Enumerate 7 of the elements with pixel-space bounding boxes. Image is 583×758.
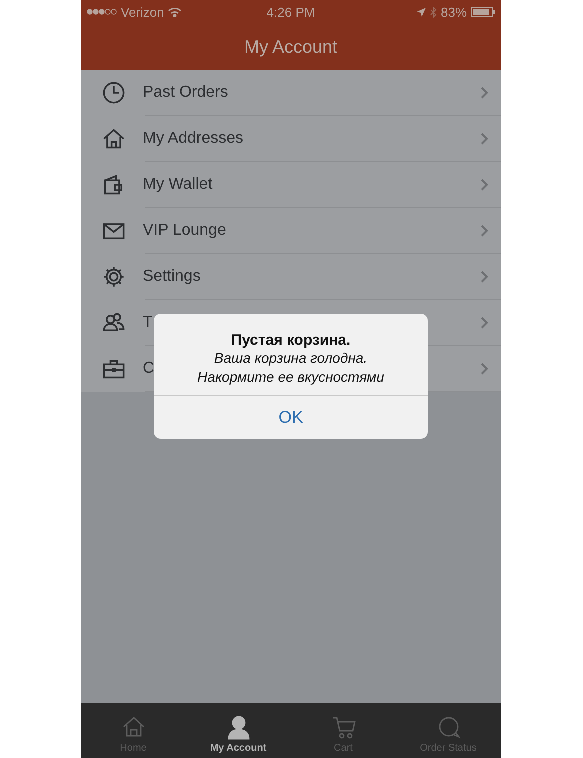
battery-percent: 83% bbox=[440, 4, 468, 20]
status-time: 4:26 PM bbox=[266, 4, 316, 20]
carrier-name: Verizon bbox=[121, 4, 164, 20]
alert-message: Ваша корзина голодна. bbox=[214, 349, 368, 368]
alert-message: Накормите ее вкусностями bbox=[198, 368, 384, 387]
screen-title: My Account bbox=[244, 36, 338, 58]
alert-title: Пустая корзина. bbox=[231, 332, 351, 349]
